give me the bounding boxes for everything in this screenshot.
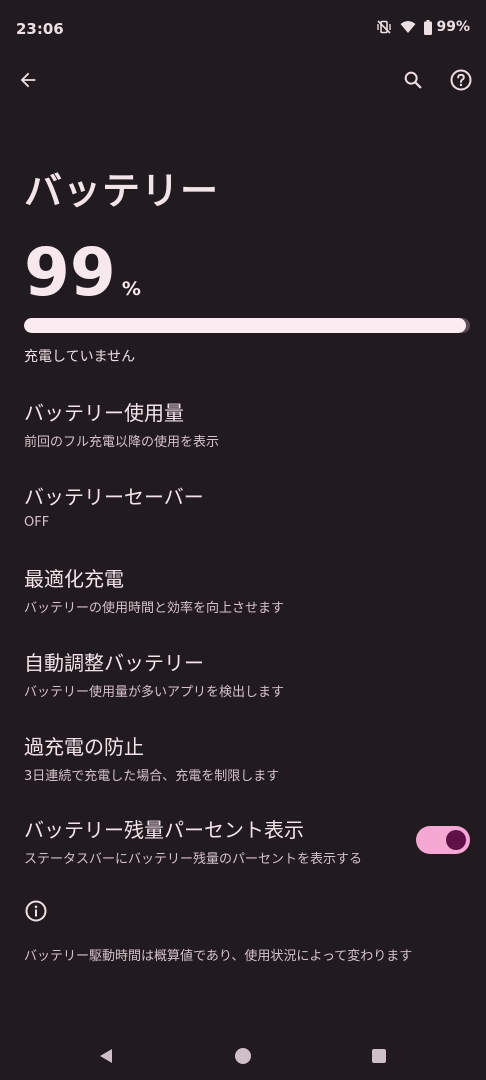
battery-estimate-note: バッテリー駆動時間は概算値であり、使用状況によって変わります <box>24 949 413 964</box>
nav-recents-button[interactable] <box>355 1032 403 1080</box>
setting-optimized-charging[interactable]: 最適化充電 バッテリーの使用時間と効率を向上させます <box>24 567 464 616</box>
nav-home-button[interactable] <box>219 1032 267 1080</box>
nav-recents-icon <box>372 1049 386 1063</box>
nav-back-button[interactable] <box>82 1032 130 1080</box>
setting-battery-percentage[interactable]: バッテリー残量パーセント表示 ステータスバーにバッテリー残量のパーセントを表示す… <box>24 818 404 867</box>
vibrate-off-icon <box>376 19 392 35</box>
setting-battery-saver[interactable]: バッテリーセーバー OFF <box>24 485 464 530</box>
back-button[interactable] <box>8 60 48 100</box>
setting-subtitle: バッテリー使用量が多いアプリを検出します <box>24 685 285 700</box>
help-button[interactable] <box>441 60 481 100</box>
search-icon <box>404 71 422 89</box>
page-title: バッテリー <box>24 169 220 213</box>
setting-subtitle: 3日連続で充電した場合、充電を制限します <box>24 769 280 784</box>
status-battery-percent: 99% <box>436 19 470 35</box>
status-time: 23:06 <box>16 20 64 38</box>
battery-icon <box>424 19 433 35</box>
setting-battery-usage[interactable]: バッテリー使用量 前回のフル充電以降の使用を表示 <box>24 401 464 450</box>
setting-subtitle: ステータスバーにバッテリー残量のパーセントを表示する <box>24 852 363 867</box>
setting-title: バッテリーセーバー <box>24 485 204 509</box>
setting-overcharge-protection[interactable]: 過充電の防止 3日連続で充電した場合、充電を制限します <box>24 735 464 784</box>
setting-title: バッテリー使用量 <box>24 401 184 425</box>
battery-level-bar <box>24 318 470 333</box>
battery-level-number: 99 <box>24 234 116 311</box>
back-arrow-icon <box>20 72 36 88</box>
help-icon <box>450 69 472 91</box>
nav-home-icon <box>235 1048 251 1064</box>
status-bar: 23:06 99% <box>0 0 486 58</box>
battery-level-unit: % <box>121 278 141 300</box>
charging-status: 充電していません <box>24 349 136 365</box>
battery-level: 99 % <box>24 240 141 306</box>
info-icon <box>24 899 48 927</box>
search-button[interactable] <box>393 60 433 100</box>
toggle-knob <box>446 830 466 850</box>
setting-title: バッテリー残量パーセント表示 <box>24 818 304 842</box>
setting-subtitle: OFF <box>24 515 50 530</box>
setting-title: 自動調整バッテリー <box>24 651 204 675</box>
setting-title: 過充電の防止 <box>24 735 144 759</box>
nav-back-icon <box>100 1049 112 1063</box>
battery-percentage-toggle[interactable] <box>416 826 470 854</box>
setting-subtitle: 前回のフル充電以降の使用を表示 <box>24 435 220 450</box>
status-icons: 99% <box>376 19 470 35</box>
navigation-bar <box>0 1032 486 1080</box>
setting-subtitle: バッテリーの使用時間と効率を向上させます <box>24 601 285 616</box>
wifi-icon <box>400 20 416 34</box>
app-bar <box>0 58 486 104</box>
setting-title: 最適化充電 <box>24 567 124 591</box>
battery-level-bar-fill <box>24 318 466 333</box>
setting-adaptive-battery[interactable]: 自動調整バッテリー バッテリー使用量が多いアプリを検出します <box>24 651 464 700</box>
